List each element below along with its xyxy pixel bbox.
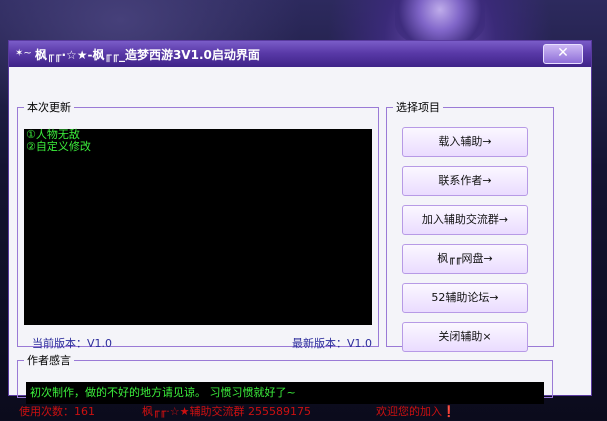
load-assist-button[interactable]: 载入辅助→ [402,127,528,157]
thanks-message: 初次制作，做的不好的地方请见谅。 习惯习惯就好了~ [30,386,296,399]
launcher-window: ✶~ 枫╓╓·☆★-枫╓╓_造梦西游3V1.0启动界面 ✕ 本次更新 ①人物无敌… [8,40,592,418]
app-icon: ✶~ [15,48,32,59]
latest-version: 最新版本：V1.0 [291,337,372,350]
update-group: 本次更新 ①人物无敌 ②自定义修改 当前版本：V1.0 最新版本：V1.0 [17,99,379,350]
netdisk-button[interactable]: 枫╓╓网盘→ [402,244,528,274]
close-button[interactable]: ✕ [543,44,583,64]
welcome-text: 欢迎您的加入❗ [376,405,456,418]
window-body: 本次更新 ①人物无敌 ②自定义修改 当前版本：V1.0 最新版本：V1.0 选择… [9,67,591,418]
log-line: ②自定义修改 [26,140,91,153]
usage-count: 使用次数：161 [19,405,95,418]
forum-button[interactable]: 52辅助论坛→ [402,283,528,313]
thanks-group: 作者感言 初次制作，做的不好的地方请见谅。 习惯习惯就好了~ [17,352,553,404]
update-legend: 本次更新 [27,101,71,114]
join-group-button[interactable]: 加入辅助交流群→ [402,205,528,235]
title-bar[interactable]: ✶~ 枫╓╓·☆★-枫╓╓_造梦西游3V1.0启动界面 ✕ [9,41,591,67]
window-title: 枫╓╓·☆★-枫╓╓_造梦西游3V1.0启动界面 [35,48,260,62]
current-version: 当前版本：V1.0 [32,337,113,350]
thanks-message-box: 初次制作，做的不好的地方请见谅。 习惯习惯就好了~ [26,382,544,404]
contact-author-button[interactable]: 联系作者→ [402,166,528,196]
update-log[interactable]: ①人物无敌 ②自定义修改 [24,129,372,325]
select-legend: 选择项目 [396,101,440,114]
thanks-legend: 作者感言 [27,354,71,367]
group-link[interactable]: 枫╓╓·☆★辅助交流群 255589175 [142,403,311,419]
select-group: 选择项目 载入辅助→ 联系作者→ 加入辅助交流群→ 枫╓╓网盘→ 52辅助论坛→… [386,99,554,352]
status-bar: 使用次数：161 枫╓╓·☆★辅助交流群 255589175 欢迎您的加入❗ [9,403,591,421]
close-assist-button[interactable]: 关闭辅助× [402,322,528,352]
